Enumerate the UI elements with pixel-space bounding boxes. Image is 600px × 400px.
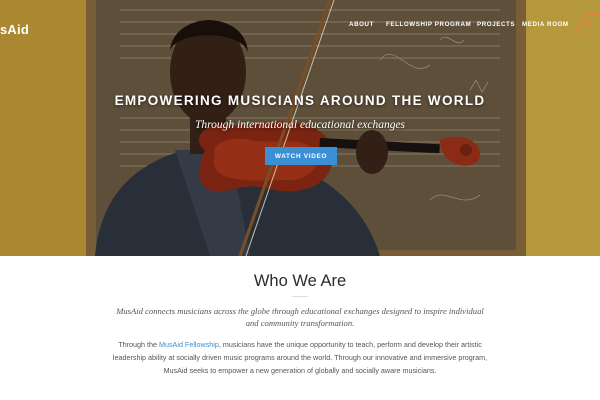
site-logo[interactable]: sAid xyxy=(0,22,29,37)
musaid-fellowship-link[interactable]: MusAid Fellowship xyxy=(159,340,219,349)
nav-cta-button[interactable]: S xyxy=(578,14,600,36)
nav-item-projects[interactable]: PROJECTS xyxy=(477,21,515,28)
hero-section: sAid ABOUT FELLOWSHIP PROGRAM PROJECTS M… xyxy=(0,0,600,256)
nav-cta-label: S xyxy=(585,20,590,27)
watch-video-button[interactable]: WATCH VIDEO xyxy=(265,147,337,165)
top-navigation: sAid ABOUT FELLOWSHIP PROGRAM PROJECTS M… xyxy=(0,0,600,50)
hero-subtitle: Through international educational exchan… xyxy=(194,119,406,131)
who-we-are-intro: MusAid connects musicians across the glo… xyxy=(116,306,484,328)
nav-item-about[interactable]: ABOUT xyxy=(349,21,374,28)
who-we-are-heading: Who We Are xyxy=(253,272,347,290)
hero-title: EMPOWERING MUSICIANS AROUND THE WORLD xyxy=(114,93,486,108)
nav-item-fellowship-program[interactable]: FELLOWSHIP PROGRAM xyxy=(386,21,471,28)
nav-item-media-room[interactable]: MEDIA ROOM xyxy=(522,21,569,28)
body-text-start: Through the xyxy=(118,340,159,349)
section-divider xyxy=(292,296,308,297)
who-we-are-body: Through the MusAid Fellowship, musicians… xyxy=(112,338,488,377)
